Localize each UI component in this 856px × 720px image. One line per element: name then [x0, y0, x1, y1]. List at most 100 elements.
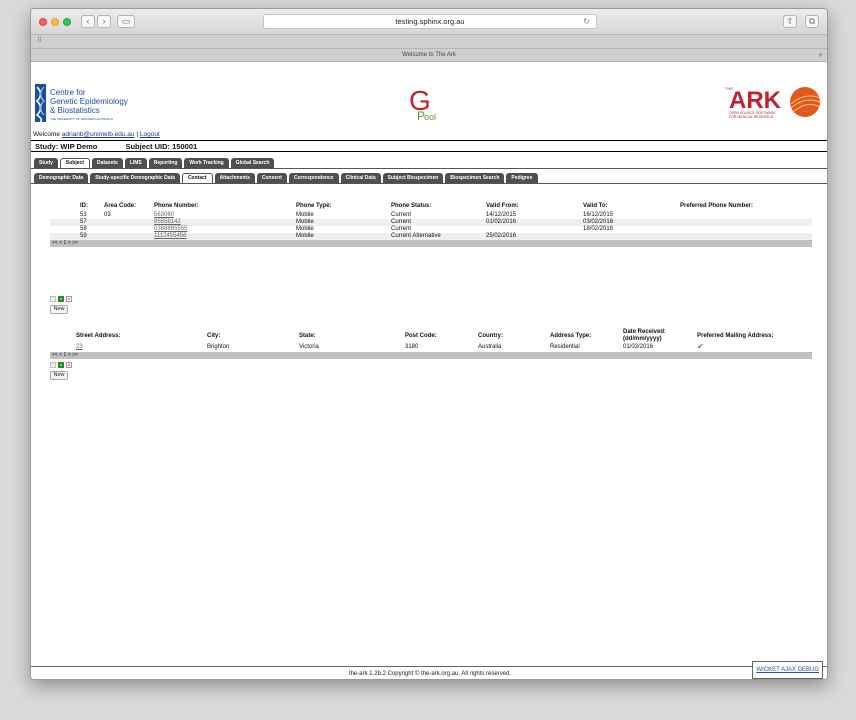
phone-number-link[interactable]: 0388885555	[154, 226, 187, 232]
pager-row: << < 1 > >>	[50, 352, 812, 359]
favorites-bar: ⠿	[31, 35, 827, 49]
phone-type: Mobile	[296, 226, 314, 232]
phone-number-cell: 563060	[152, 212, 294, 219]
browser-tab[interactable]: Welcome to The Ark +	[31, 49, 827, 62]
gpool-logo: G P ool	[409, 85, 436, 123]
street-cell: 23	[50, 343, 205, 352]
tab-correspondence[interactable]: Correspondence	[288, 173, 339, 183]
back-button[interactable]: ‹	[81, 15, 95, 28]
tab-subject[interactable]: Subject	[59, 158, 90, 168]
page-content: Centre for Genetic Epidemiology & Biosta…	[31, 64, 827, 679]
new-phone-button[interactable]: New	[50, 305, 68, 314]
phone-number-cell: 1112455456	[152, 233, 294, 240]
phone-area-code	[102, 219, 152, 226]
separator: |	[136, 131, 139, 138]
phone-preferred	[678, 219, 812, 226]
welcome-line: Welcome adrianb@unimelb.edu.au | Logout	[33, 131, 160, 138]
excel-icon[interactable]: x	[58, 362, 64, 368]
tab-consent[interactable]: Consent	[256, 173, 287, 183]
tab-lims[interactable]: LIMS	[124, 158, 147, 168]
phone-valid-to: 03/02/2016	[581, 219, 678, 226]
tab-global-search[interactable]: Global Search	[230, 158, 275, 168]
tab-subject-biospecimen[interactable]: Subject Biospecimen	[382, 173, 444, 183]
copyright-text: the-ark 1.2b.2 Copyright © the-ark.org.a…	[348, 671, 512, 677]
street-link[interactable]: 23	[76, 344, 83, 350]
table-row: 57 95558142 Mobile Current 01/02/2016 03…	[50, 219, 812, 226]
address-col-state: State:	[299, 333, 316, 339]
address-bar[interactable]: testing.sphinx.org.au ↻	[263, 14, 597, 29]
new-tab-icon[interactable]: +	[818, 49, 823, 62]
pager-row: << < 1 > >>	[50, 240, 812, 247]
phone-col-type: Phone Type:	[296, 202, 332, 209]
table-row: 53 03 563060 Mobile Current 14/12/2015 1…	[50, 212, 812, 219]
wicket-debug-link[interactable]: WICKET AJAX DEBUG	[752, 661, 823, 679]
sidebar-toggle-icon[interactable]: ▭	[117, 15, 135, 28]
address-state: Victoria	[299, 344, 319, 350]
reload-icon[interactable]: ↻	[583, 15, 590, 28]
phone-valid-from: 01/02/2016	[484, 219, 581, 226]
tab-attachments[interactable]: Attachments	[214, 173, 255, 183]
footer: the-ark 1.2b.2 Copyright © the-ark.org.a…	[31, 661, 827, 679]
address-col-street: Street Address:	[76, 333, 121, 339]
subtab-divider	[31, 183, 827, 184]
logout-link[interactable]: Logout	[140, 131, 160, 138]
new-address-button[interactable]: New	[50, 371, 68, 380]
csv-icon[interactable]: ≡	[50, 296, 56, 302]
phone-area-code	[102, 226, 152, 233]
sub-tabs: Demographic Data Study-specific Demograp…	[34, 173, 540, 183]
address-col-type: Address Type:	[550, 333, 592, 339]
phone-id: 53	[80, 212, 87, 218]
minimize-window-button[interactable]	[51, 18, 59, 26]
gpool-ool: ool	[424, 112, 436, 122]
phone-header-row: ID: Area Code: Phone Number: Phone Type:…	[50, 199, 812, 212]
excel-icon[interactable]: x	[58, 296, 64, 302]
address-pager[interactable]: << < 1 > >>	[50, 352, 812, 359]
tab-reporting[interactable]: Reporting	[148, 158, 183, 168]
phone-number-cell: 95558142	[152, 219, 294, 226]
phone-status: Current Alternative	[389, 233, 484, 240]
close-window-button[interactable]	[39, 18, 47, 26]
ark-logo: THE ARK OPEN SOURCE SOFTWARE FOR MEDICAL…	[725, 86, 821, 119]
phone-col-status: Phone Status:	[391, 202, 432, 209]
pdf-icon[interactable]: A	[66, 362, 72, 368]
phone-number-link[interactable]: 1112455456	[154, 233, 186, 239]
phone-col-valid-to: Valid To:	[583, 202, 608, 209]
browser-window: ‹ › ▭ testing.sphinx.org.au ↻ ⇪ ⧉ ⠿ Welc…	[30, 8, 828, 680]
pdf-icon[interactable]: A	[66, 296, 72, 302]
cge-logo: Centre for Genetic Epidemiology & Biosta…	[35, 84, 128, 123]
address-col-preferred: Preferred Mailing Address:	[697, 333, 774, 339]
user-link[interactable]: adrianb@unimelb.edu.au	[62, 131, 135, 138]
phone-valid-to: 18/02/2016	[583, 226, 614, 232]
grid-icon[interactable]: ⠿	[37, 36, 42, 44]
phone-valid-from: 14/12/2015	[486, 212, 517, 218]
phone-preferred	[678, 233, 812, 240]
tab-biospecimen-search[interactable]: Biospecimen Search	[445, 173, 505, 183]
ark-name: ARK	[729, 87, 782, 114]
phone-col-preferred: Preferred Phone Number:	[680, 202, 754, 209]
phone-number-link[interactable]: 563060	[154, 212, 174, 218]
share-icon[interactable]: ⇪	[783, 15, 797, 28]
address-header-row: Street Address: City: State: Post Code: …	[50, 329, 812, 343]
title-bar: ‹ › ▭ testing.sphinx.org.au ↻ ⇪ ⧉	[31, 9, 827, 35]
address-table: Street Address: City: State: Post Code: …	[50, 329, 812, 359]
zoom-window-button[interactable]	[63, 18, 71, 26]
phone-pager[interactable]: << < 1 > >>	[50, 240, 812, 247]
study-label: Study: WIP Demo	[35, 142, 98, 151]
tab-study[interactable]: Study	[34, 158, 58, 168]
phone-col-area-code: Area Code:	[104, 202, 137, 209]
tab-pedigree[interactable]: Pedigree	[506, 173, 538, 183]
phone-valid-to	[581, 233, 678, 240]
tab-demographic-data[interactable]: Demographic Data	[34, 173, 89, 183]
phone-type: Mobile	[294, 233, 389, 240]
tab-clinical-data[interactable]: Clinical Data	[340, 173, 381, 183]
tabs-overview-icon[interactable]: ⧉	[805, 15, 819, 28]
phone-number-cell: 0388885555	[152, 226, 294, 233]
phone-number-link[interactable]: 95558142	[154, 219, 181, 225]
tab-work-tracking[interactable]: Work Tracking	[184, 158, 229, 168]
tab-contact[interactable]: Contact	[181, 173, 213, 183]
tab-datasets[interactable]: Datasets	[91, 158, 123, 168]
forward-button[interactable]: ›	[97, 15, 111, 28]
tab-study-specific-demographic-data[interactable]: Study-specific Demographic Data	[90, 173, 180, 183]
csv-icon[interactable]: ≡	[50, 362, 56, 368]
phone-preferred	[678, 212, 812, 219]
